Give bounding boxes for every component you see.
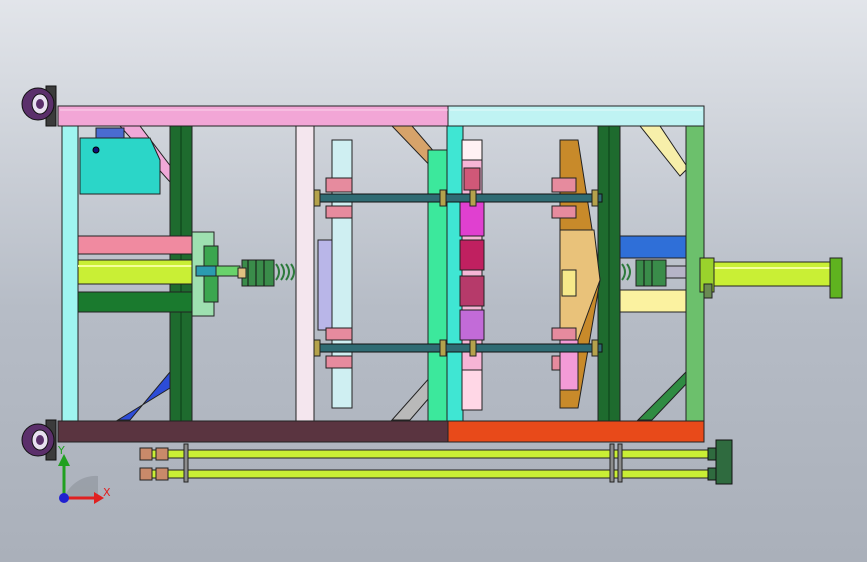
caster-bottom[interactable]: [21, 419, 57, 461]
pink-bar[interactable]: [77, 235, 207, 255]
coupling-right[interactable]: [635, 259, 667, 287]
right-cylinder[interactable]: [703, 261, 835, 287]
caster-top[interactable]: [21, 85, 57, 127]
cad-viewport[interactable]: X Y: [0, 0, 867, 562]
bottom-rail-left[interactable]: [57, 420, 451, 443]
top-rail-left[interactable]: [57, 105, 451, 127]
block-left-bottom[interactable]: [325, 327, 353, 341]
tie-rod-top[interactable]: [315, 193, 603, 203]
triad-y-label: Y: [58, 444, 65, 457]
block-right-top[interactable]: [551, 177, 577, 193]
bottom-rail-right[interactable]: [447, 420, 705, 443]
center-post-cyan[interactable]: [446, 125, 464, 422]
block-right-bottom[interactable]: [551, 327, 577, 341]
spring-left[interactable]: [275, 263, 295, 281]
white-post[interactable]: [295, 125, 315, 422]
yellow-block[interactable]: [619, 289, 687, 313]
top-rail-right[interactable]: [447, 105, 705, 127]
diagonal-brace-top-right[interactable]: [638, 125, 689, 177]
diagonal-brace-bottom-right[interactable]: [636, 368, 689, 421]
guide-rod-upper[interactable]: [139, 449, 721, 459]
guide-rod-lower[interactable]: [139, 469, 721, 479]
assembly-model[interactable]: [0, 0, 867, 562]
triad-x-label: X: [103, 486, 111, 499]
green-bar[interactable]: [77, 291, 199, 313]
block-left-top[interactable]: [325, 177, 353, 193]
cylinder-box[interactable]: [79, 137, 161, 195]
blue-bar[interactable]: [619, 235, 687, 259]
left-post[interactable]: [61, 125, 79, 422]
coordinate-triad: [58, 454, 104, 504]
tie-rod-bottom[interactable]: [315, 343, 603, 353]
left-cylinder[interactable]: [77, 259, 199, 285]
coupling-left[interactable]: [241, 259, 275, 287]
diagonal-brace-bottom-left[interactable]: [116, 370, 171, 421]
